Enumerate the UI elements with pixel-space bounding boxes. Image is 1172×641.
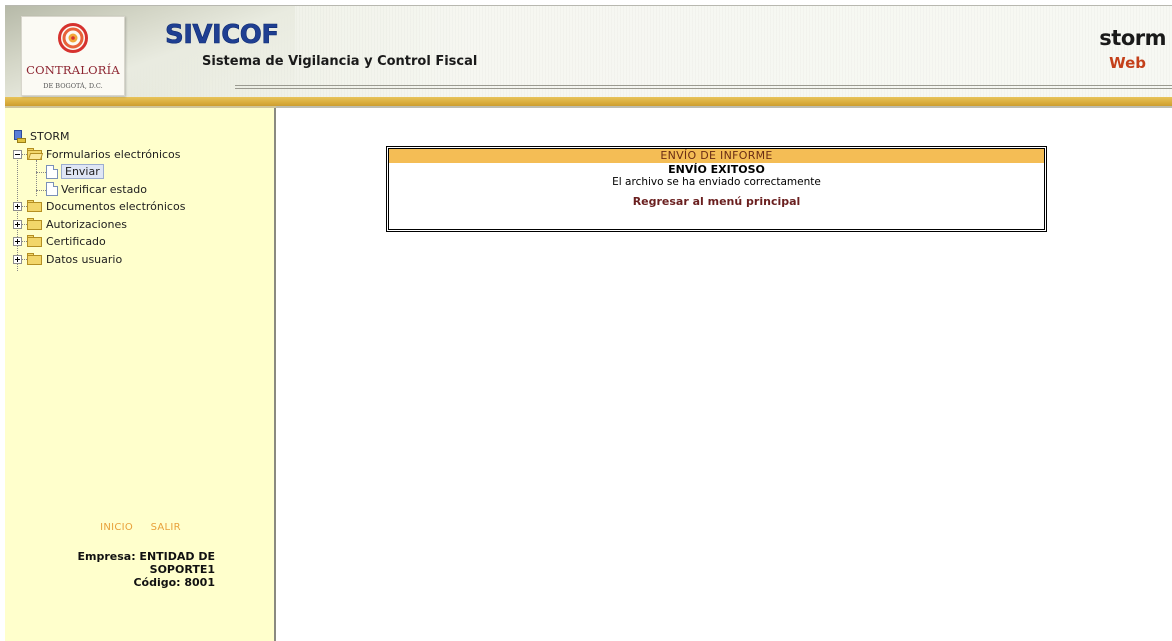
tree-root-storm[interactable]: STORM	[13, 128, 185, 146]
contraloria-emblem-icon	[58, 23, 88, 53]
tree-item-autorizaciones[interactable]: Autorizaciones	[13, 216, 185, 234]
panel-title: ENVÍO DE INFORME	[389, 149, 1044, 163]
storm-root-icon	[13, 129, 27, 144]
sidebar: STORM Formularios electrónicos Enviar Ve…	[5, 106, 276, 641]
status-message: ENVÍO EXITOSO	[668, 163, 765, 176]
logo-subtitle: DE BOGOTÁ, D.C.	[43, 82, 103, 90]
folder-icon	[27, 235, 43, 248]
storm-brand-sub: Web	[1109, 54, 1146, 72]
folder-icon	[27, 252, 43, 266]
home-link[interactable]: INICIO	[100, 522, 133, 533]
logout-link[interactable]: SALIR	[151, 522, 181, 533]
company-name-line2: SOPORTE1	[149, 563, 215, 576]
storm-brand-word: storm	[1099, 26, 1166, 50]
tree-item-label: Verificar estado	[61, 182, 148, 196]
tree-item-certificado[interactable]: Certificado	[13, 233, 185, 251]
logo-name: CONTRALORÍA	[26, 63, 120, 77]
tree-item-label: Formularios electrónicos	[46, 147, 181, 161]
company-name-line1: Empresa: ENTIDAD DE	[77, 550, 216, 563]
document-icon	[46, 182, 58, 197]
expand-icon[interactable]	[13, 237, 22, 247]
page-header: CONTRALORÍA DE BOGOTÁ, D.C. SIVICOF Sist…	[5, 5, 1172, 107]
main-content: ENVÍO DE INFORME ENVÍO EXITOSO El archiv…	[276, 106, 1172, 641]
header-divider-line	[235, 88, 1172, 89]
header-divider-line	[235, 85, 1172, 86]
company-info: Empresa: ENTIDAD DE SOPORTE1 Código: 800…	[55, 550, 216, 589]
company-code: Código: 8001	[133, 576, 215, 589]
tree-item-formularios[interactable]: Formularios electrónicos	[13, 146, 185, 164]
tree-item-label: Enviar	[61, 164, 104, 180]
tree-item-verificar-estado[interactable]: Verificar estado	[13, 181, 185, 199]
tree-root-label: STORM	[30, 130, 70, 144]
contraloria-logo: CONTRALORÍA DE BOGOTÁ, D.C.	[21, 16, 125, 96]
tree-item-datos-usuario[interactable]: Datos usuario	[13, 251, 185, 269]
folder-icon	[27, 200, 43, 213]
tree-item-label: Datos usuario	[46, 252, 123, 266]
navigation-tree: STORM Formularios electrónicos Enviar Ve…	[13, 128, 185, 271]
document-icon	[46, 164, 58, 179]
expand-icon[interactable]	[13, 202, 22, 212]
tree-item-label: Documentos electrónicos	[46, 200, 186, 214]
app-subtitle: Sistema de Vigilancia y Control Fiscal	[202, 54, 478, 69]
expand-icon[interactable]	[13, 254, 22, 264]
back-to-menu-link[interactable]: Regresar al menú principal	[389, 195, 1044, 208]
tree-item-enviar[interactable]: Enviar	[13, 163, 185, 181]
main-top-border	[276, 106, 1172, 108]
collapse-icon[interactable]	[13, 149, 22, 159]
sidebar-links: INICIO SALIR	[5, 522, 276, 533]
folder-open-icon	[27, 147, 44, 161]
tree-item-documentos[interactable]: Documentos electrónicos	[13, 198, 185, 216]
send-result-panel: ENVÍO DE INFORME ENVÍO EXITOSO El archiv…	[386, 146, 1047, 232]
expand-icon[interactable]	[13, 219, 22, 229]
sidebar-top-border	[5, 106, 276, 108]
tree-item-label: Certificado	[46, 235, 106, 249]
tree-item-label: Autorizaciones	[46, 217, 127, 231]
app-title: SIVICOF	[165, 20, 280, 51]
detail-message: El archivo se ha enviado correctamente	[612, 176, 821, 188]
folder-icon	[27, 217, 43, 231]
storm-web-logo: storm Web	[1088, 26, 1166, 78]
